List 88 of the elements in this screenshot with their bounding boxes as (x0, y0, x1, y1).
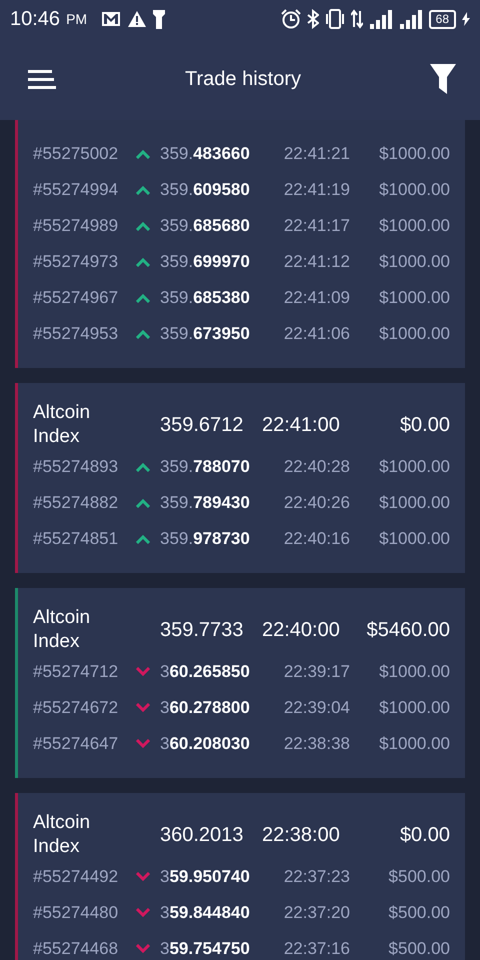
trade-id: #55275002 (33, 144, 120, 164)
close-time: 22:41:00 (262, 414, 341, 436)
entry-price: 360.208030 (160, 734, 251, 754)
trade-time: 22:41:06 (282, 324, 350, 344)
entry-price: 359.788070 (160, 457, 251, 477)
trade-time: 22:41:21 (282, 144, 350, 164)
trade-amount: $1000.00 (378, 216, 450, 236)
payout: $5460.00 (366, 618, 450, 642)
charging-icon (462, 12, 470, 26)
trade-id: #55274647 (33, 734, 120, 754)
trade-amount: $500.00 (388, 903, 450, 923)
signal-icon (398, 9, 423, 29)
asset-name: Altcoin Index (33, 401, 92, 449)
trade-time: 22:40:28 (282, 457, 350, 477)
trade-id: #55274973 (33, 252, 120, 272)
page-title: Trade history (184, 68, 302, 90)
close-price: 359.6712 (160, 414, 244, 436)
trade-time: 22:41:19 (282, 180, 350, 200)
close-price: 360.2013 (160, 824, 244, 846)
trade-id: #55274672 (33, 698, 120, 718)
mail-icon (101, 11, 122, 27)
trade-amount: $1000.00 (378, 252, 450, 272)
trade-time: 22:39:17 (282, 662, 350, 682)
status-time: 10:46 (10, 8, 60, 30)
trade-amount: $500.00 (388, 939, 450, 959)
vibrate-icon (324, 9, 345, 29)
entry-price: 359.789430 (160, 493, 251, 513)
entry-price: 360.278800 (160, 698, 251, 718)
trade-id: #55274953 (33, 324, 120, 344)
filter-icon[interactable] (430, 64, 456, 94)
trade-amount: $1000.00 (378, 324, 450, 344)
trade-amount: $1000.00 (378, 144, 450, 164)
trade-amount: $1000.00 (378, 493, 450, 513)
alarm-icon (280, 9, 301, 29)
asset-name: Altcoin Index (33, 811, 92, 859)
asset-name: Altcoin Index (33, 606, 92, 654)
entry-price: 359.685680 (160, 216, 251, 236)
trade-time: 22:39:04 (282, 698, 350, 718)
trade-id: #55274967 (33, 288, 120, 308)
trade-id: #55274712 (33, 662, 120, 682)
trade-id: #55274851 (33, 529, 120, 549)
trade-amount: $1000.00 (378, 288, 450, 308)
trade-amount: $1000.00 (378, 662, 450, 682)
trade-id: #55274893 (33, 457, 120, 477)
entry-price: 359.483660 (160, 144, 251, 164)
entry-price: 359.609580 (160, 180, 251, 200)
trade-amount: $1000.00 (378, 529, 450, 549)
trade-id: #55274989 (33, 216, 120, 236)
payout: $0.00 (398, 414, 450, 436)
trade-time: 22:37:20 (282, 903, 350, 923)
entry-price: 359.685380 (160, 288, 251, 308)
warning-icon (127, 10, 148, 28)
trade-id: #55274468 (33, 939, 120, 959)
entry-price: 359.673950 (160, 324, 251, 344)
battery-level: 68 (428, 10, 456, 28)
close-time: 22:38:00 (262, 824, 341, 846)
status-ampm: PM (66, 11, 88, 27)
trade-time: 22:37:16 (282, 939, 350, 959)
trade-id: #55274994 (33, 180, 120, 200)
trade-time: 22:41:09 (282, 288, 350, 308)
trade-amount: $500.00 (388, 867, 450, 887)
close-time: 22:40:00 (262, 618, 341, 642)
payout: $0.00 (398, 824, 450, 846)
entry-price: 359.978730 (160, 529, 251, 549)
entry-price: 359.844840 (160, 903, 251, 923)
menu-icon[interactable] (28, 68, 56, 90)
trade-amount: $1000.00 (378, 180, 450, 200)
data-arrows-icon (350, 9, 363, 29)
trade-id: #55274480 (33, 903, 120, 923)
trade-id: #55274882 (33, 493, 120, 513)
trade-amount: $1000.00 (378, 457, 450, 477)
bluetooth-icon (306, 9, 319, 29)
trade-id: #55274492 (33, 867, 120, 887)
flashlight-icon (153, 9, 166, 29)
trade-time: 22:37:23 (282, 867, 350, 887)
signal-icon (368, 9, 393, 29)
trade-amount: $1000.00 (378, 734, 450, 754)
entry-price: 359.699970 (160, 252, 251, 272)
entry-price: 360.265850 (160, 662, 251, 682)
trade-time: 22:41:12 (282, 252, 350, 272)
trade-time: 22:41:17 (282, 216, 350, 236)
entry-price: 359.754750 (160, 939, 251, 959)
close-price: 359.7733 (160, 618, 244, 642)
entry-price: 359.950740 (160, 867, 251, 887)
trade-time: 22:40:16 (282, 529, 350, 549)
trade-time: 22:40:26 (282, 493, 350, 513)
trade-time: 22:38:38 (282, 734, 350, 754)
trade-amount: $1000.00 (378, 698, 450, 718)
